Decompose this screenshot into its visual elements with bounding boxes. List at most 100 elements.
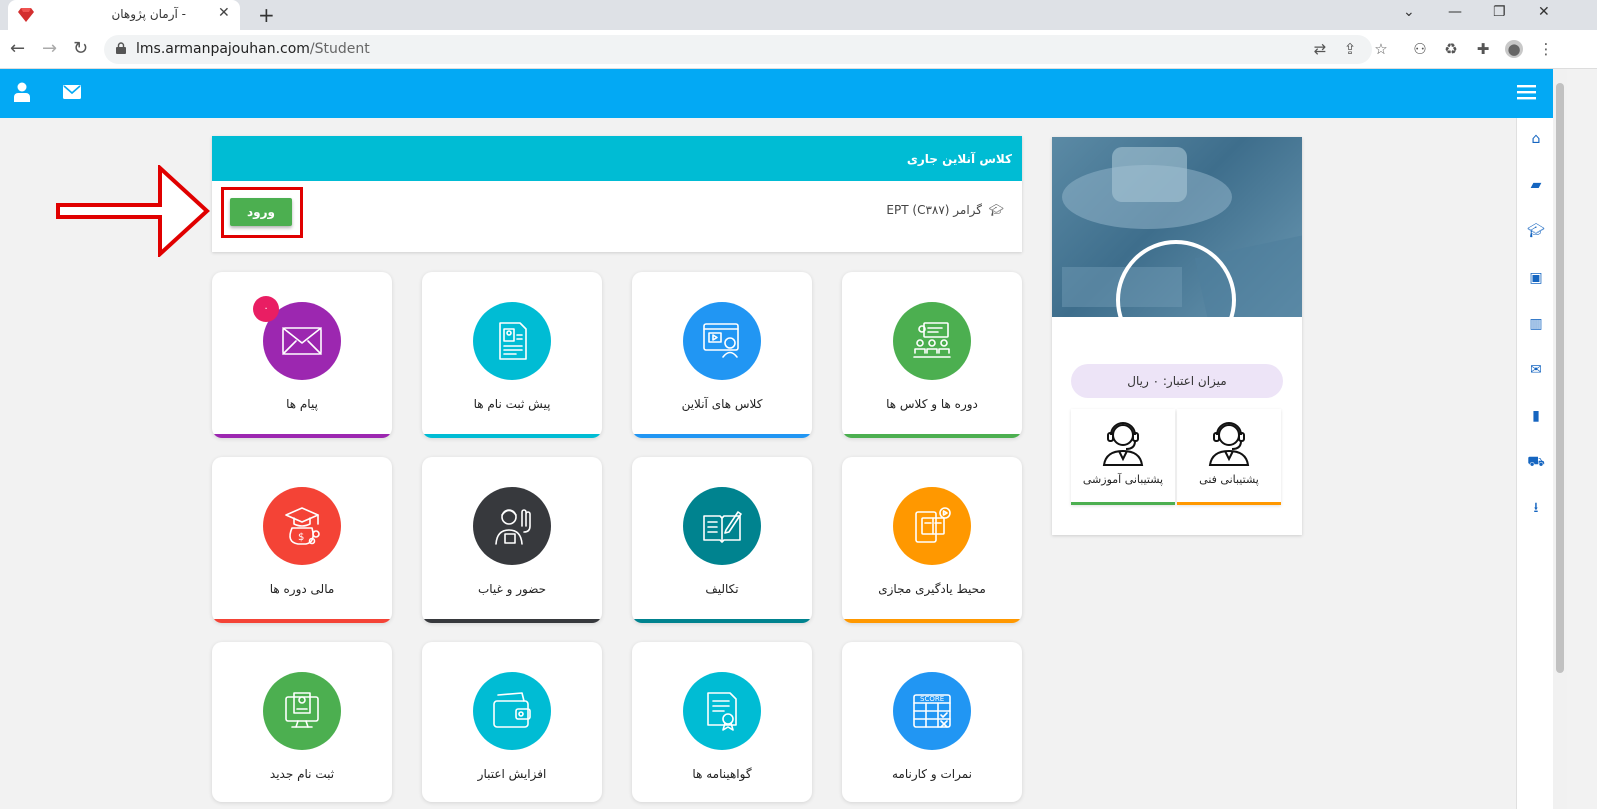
classroom-icon: [913, 322, 951, 358]
dashboard-card[interactable]: گواهینامه ها: [632, 642, 812, 802]
dashboard-card[interactable]: پیش ثبت نام ها: [422, 272, 602, 438]
card-icon-circle: [683, 487, 761, 565]
restore-icon[interactable]: ❐: [1493, 4, 1506, 20]
card-label: کلاس های آنلاین: [681, 397, 763, 411]
card-label: پیام ها: [286, 397, 318, 411]
headset-agent-icon: [1102, 422, 1144, 466]
tab-search-icon[interactable]: ⌄: [1403, 4, 1415, 20]
dashboard-card[interactable]: SCORE نمرات و کارنامه: [842, 642, 1022, 802]
tab-title: - آرمان پژوهان: [111, 7, 186, 21]
card-accent-bar: [422, 434, 602, 438]
card-icon-circle: [473, 672, 551, 750]
share-icon[interactable]: ⇪: [1341, 40, 1359, 58]
card-label: ثبت نام جدید: [269, 767, 335, 781]
user-icon[interactable]: [13, 82, 31, 102]
dashboard-card[interactable]: دوره ها و کلاس ها: [842, 272, 1022, 438]
assignments-icon: [703, 511, 742, 543]
card-label: پیش ثبت نام ها: [473, 397, 551, 411]
panel-header: کلاس آنلاین جاری: [212, 136, 1022, 181]
attendance-icon: [495, 509, 531, 545]
comment-icon[interactable]: ▮: [1526, 406, 1546, 426]
puzzle-extensions-icon[interactable]: ✚: [1474, 40, 1492, 58]
online-class-icon: [703, 323, 739, 358]
envelope-icon[interactable]: ✉: [1526, 360, 1546, 380]
annotation-arrow-icon: [56, 165, 210, 257]
home-icon[interactable]: ⌂: [1526, 129, 1546, 149]
svg-text:$: $: [298, 532, 304, 543]
card-label: گواهینامه ها: [692, 767, 752, 781]
card-label: دوره ها و کلاس ها: [886, 397, 978, 411]
card-icon-circle: $: [263, 487, 341, 565]
card-label: مالی دوره ها: [269, 582, 335, 596]
tab-close-icon[interactable]: ✕: [218, 5, 230, 21]
dashboard-card[interactable]: محیط یادگیری مجازی: [842, 457, 1022, 623]
score-icon-text: SCORE: [920, 695, 944, 703]
url-text: lms.armanpajouhan.com/Student: [136, 41, 370, 57]
headset-agent-icon: [1208, 422, 1250, 466]
chat-icon[interactable]: ▰: [1526, 175, 1546, 195]
wallet-icon: [493, 692, 531, 728]
dashboard-card[interactable]: افزایش اعتبار: [422, 642, 602, 802]
card-accent-bar: [632, 434, 812, 438]
highlight-box: [221, 187, 303, 238]
profile-icon[interactable]: ●: [1505, 40, 1523, 58]
forward-icon[interactable]: →: [42, 38, 57, 59]
translate-icon[interactable]: ⇄: [1311, 40, 1329, 58]
educational-support-label: پشتیبانی آموزشی: [1082, 473, 1164, 486]
minimize-icon[interactable]: —: [1448, 4, 1462, 20]
extension-icon[interactable]: ⚇: [1411, 40, 1429, 58]
profile-card: میزان اعتبار: ۰ ریال پشتیبانی فنی پشتیبا…: [1052, 137, 1302, 535]
graduation-cap-icon: 🎓︎: [988, 203, 1004, 217]
dashboard-card[interactable]: $ مالی دوره ها: [212, 457, 392, 623]
chrome-menu-icon[interactable]: ⋮: [1537, 40, 1555, 58]
dashboard-card[interactable]: پیام ها: [212, 272, 392, 438]
hamburger-menu-icon[interactable]: [1517, 85, 1536, 100]
card-label: افزایش اعتبار: [477, 767, 547, 781]
browser-tab-bar: - آرمان پژوهان ✕ + ⌄ — ❐ ✕: [0, 0, 1597, 30]
card-icon-circle: [893, 302, 971, 380]
dashboard-card[interactable]: کلاس های آنلاین: [632, 272, 812, 438]
reload-icon[interactable]: ↻: [73, 38, 88, 59]
scrollbar-thumb[interactable]: [1556, 83, 1564, 673]
url-field[interactable]: lms.armanpajouhan.com/Student: [104, 35, 1372, 64]
dashboard-card[interactable]: تکالیف: [632, 457, 812, 623]
score-icon: SCORE: [913, 694, 951, 728]
credit-balance: میزان اعتبار: ۰ ریال: [1071, 364, 1283, 398]
course-name: گرامر EPT (C۳۸۷): [886, 203, 982, 217]
window-close-icon[interactable]: ✕: [1538, 4, 1550, 20]
mail-icon[interactable]: [63, 85, 81, 99]
url-path: /Student: [309, 41, 370, 57]
card-accent-bar: [212, 619, 392, 623]
scrollbar[interactable]: [1553, 69, 1567, 809]
app-header: [0, 69, 1553, 118]
card-label: نمرات و کارنامه: [892, 767, 972, 781]
cart-icon[interactable]: ⛟: [1526, 452, 1546, 472]
technical-support-label: پشتیبانی فنی: [1199, 473, 1259, 486]
technical-support-button[interactable]: پشتیبانی فنی: [1177, 409, 1281, 505]
browser-tab[interactable]: - آرمان پژوهان ✕: [8, 0, 240, 30]
card-icon-circle: [893, 487, 971, 565]
money-icon[interactable]: ▣: [1526, 268, 1546, 288]
card-accent-bar: [842, 434, 1022, 438]
new-registration-icon: [285, 692, 319, 728]
graduation-cap-icon[interactable]: 🎓︎: [1526, 221, 1546, 241]
card-accent-bar: [842, 619, 1022, 623]
dashboard-card[interactable]: ثبت نام جدید: [212, 642, 392, 802]
dashboard-card[interactable]: حضور و غیاب: [422, 457, 602, 623]
back-icon[interactable]: ←: [10, 38, 25, 59]
ruby-favicon-icon: [18, 8, 34, 22]
bar-chart-icon[interactable]: ▥: [1526, 314, 1546, 334]
download-icon[interactable]: ⭳: [1526, 498, 1546, 518]
card-icon-circle: [473, 302, 551, 380]
card-icon-circle: [263, 672, 341, 750]
finance-icon: $: [285, 507, 320, 545]
virtual-learning-icon: [915, 507, 951, 543]
educational-support-button[interactable]: پشتیبانی آموزشی: [1071, 409, 1175, 505]
recycle-extension-icon[interactable]: ♻: [1442, 40, 1460, 58]
message-count-badge: ۰: [253, 296, 279, 322]
new-tab-icon[interactable]: +: [258, 3, 275, 27]
lock-icon: [116, 42, 126, 54]
url-host: lms.armanpajouhan.com: [136, 41, 310, 57]
card-accent-bar: [212, 434, 392, 438]
bookmark-star-icon[interactable]: ☆: [1372, 40, 1390, 58]
